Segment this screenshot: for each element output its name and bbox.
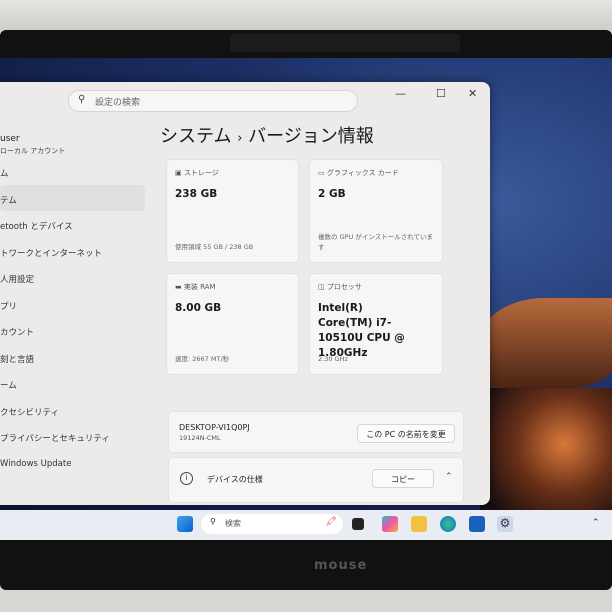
sidebar-item-system[interactable]: テム bbox=[0, 184, 145, 211]
graphics-value: 2 GB bbox=[318, 188, 346, 200]
sidebar-item-windows-update[interactable]: Windows Update bbox=[0, 450, 145, 477]
taskbar: ⚲ 検索 🖍 ⚙ ⌃ bbox=[0, 510, 612, 540]
user-profile[interactable]: user ローカル アカウント bbox=[0, 134, 65, 156]
sidebar-item-network[interactable]: トワークとインターネット bbox=[0, 238, 145, 265]
settings-gear-icon[interactable]: ⚙ bbox=[497, 516, 513, 532]
copilot-icon[interactable] bbox=[382, 516, 398, 532]
brand-logo: mouse bbox=[314, 558, 368, 573]
sidebar-item-accounts[interactable]: カウント bbox=[0, 317, 145, 344]
graphics-sub: 複数の GPU がインストールされています bbox=[318, 233, 434, 251]
screen: ⚲ 設定の検索 — ☐ ✕ user ローカル アカウント ム テム etooth … bbox=[0, 58, 612, 540]
gpu-icon-label: ▭ グラフィックス カード bbox=[318, 169, 399, 177]
sidebar-item-apps[interactable]: プリ bbox=[0, 291, 145, 318]
ram-value: 8.00 GB bbox=[175, 302, 222, 314]
device-model: 19124N-CML bbox=[179, 434, 221, 442]
device-name: DESKTOP-VI1Q0PJ bbox=[179, 423, 250, 432]
rename-pc-button[interactable]: この PC の名前を変更 bbox=[357, 424, 455, 443]
breadcrumb-separator: › bbox=[237, 131, 243, 146]
copy-button[interactable]: コピー bbox=[372, 469, 434, 488]
wallpaper-glow bbox=[480, 388, 612, 528]
webcam-housing bbox=[230, 34, 460, 52]
page-title: システム › バージョン情報 bbox=[160, 122, 374, 148]
storage-value: 238 GB bbox=[175, 188, 218, 200]
edge-icon[interactable] bbox=[440, 516, 456, 532]
cpu-icon-label: ◫ プロセッサ bbox=[318, 283, 362, 291]
info-icon: i bbox=[180, 472, 193, 485]
tray-chevron-icon[interactable]: ⌃ bbox=[592, 518, 600, 528]
ram-sub: 速度: 2667 MT/秒 bbox=[175, 355, 230, 363]
sidebar-item-home[interactable]: ム bbox=[0, 158, 145, 185]
settings-search-input[interactable]: ⚲ 設定の検索 bbox=[68, 90, 358, 112]
wallpaper-rock bbox=[472, 298, 612, 388]
store-icon[interactable] bbox=[469, 516, 485, 532]
processor-card[interactable]: ◫ プロセッサ Intel(R) Core(TM) i7-10510U CPU … bbox=[309, 273, 443, 375]
task-view-icon[interactable] bbox=[352, 518, 364, 530]
settings-window: ⚲ 設定の検索 — ☐ ✕ user ローカル アカウント ム テム etooth … bbox=[0, 82, 490, 505]
taskbar-search[interactable]: ⚲ 検索 🖍 bbox=[201, 514, 343, 534]
search-icon: ⚲ bbox=[210, 517, 216, 526]
storage-icon-label: ▣ ストレージ bbox=[175, 169, 219, 177]
device-name-row: DESKTOP-VI1Q0PJ 19124N-CML この PC の名前を変更 bbox=[168, 411, 464, 453]
sidebar-item-time-language[interactable]: 刻と言語 bbox=[0, 344, 145, 371]
sidebar-item-accessibility[interactable]: クセシビリティ bbox=[0, 397, 145, 424]
chevron-up-icon[interactable]: ⌃ bbox=[445, 472, 453, 482]
ram-card[interactable]: ▬ 実装 RAM 8.00 GB 速度: 2667 MT/秒 bbox=[166, 273, 299, 375]
device-spec-row[interactable]: i デバイスの仕様 コピー ⌃ bbox=[168, 457, 464, 503]
storage-sub: 使用領域 55 GB / 238 GB bbox=[175, 243, 254, 251]
file-explorer-icon[interactable] bbox=[411, 516, 427, 532]
processor-sub: 2.30 GHz bbox=[318, 355, 348, 363]
processor-value: Intel(R) Core(TM) i7-10510U CPU @ 1.80GH… bbox=[318, 302, 405, 359]
ram-icon-label: ▬ 実装 RAM bbox=[175, 283, 216, 291]
storage-card[interactable]: ▣ ストレージ 238 GB 使用領域 55 GB / 238 GB bbox=[166, 159, 299, 263]
sidebar-item-privacy[interactable]: プライバシーとセキュリティ bbox=[0, 423, 145, 450]
maximize-button[interactable]: ☐ bbox=[436, 87, 446, 100]
breadcrumb-current: バージョン情報 bbox=[248, 126, 374, 147]
search-highlight-icon: 🖍 bbox=[325, 517, 337, 527]
breadcrumb-system[interactable]: システム bbox=[160, 126, 231, 147]
sidebar-item-personalization[interactable]: 人用設定 bbox=[0, 264, 145, 291]
close-button[interactable]: ✕ bbox=[468, 87, 477, 100]
start-icon[interactable] bbox=[177, 516, 193, 532]
graphics-card[interactable]: ▭ グラフィックス カード 2 GB 複数の GPU がインストールされています bbox=[309, 159, 443, 263]
minimize-button[interactable]: — bbox=[395, 87, 406, 100]
device-spec-label: デバイスの仕様 bbox=[207, 475, 263, 484]
search-icon: ⚲ bbox=[78, 94, 86, 105]
sidebar-nav: ム テム etooth とデバイス トワークとインターネット 人用設定 プリ カ… bbox=[0, 158, 145, 476]
sidebar-item-gaming[interactable]: ーム bbox=[0, 370, 145, 397]
wall-background bbox=[0, 0, 612, 30]
sidebar-item-bluetooth[interactable]: etooth とデバイス bbox=[0, 211, 145, 238]
